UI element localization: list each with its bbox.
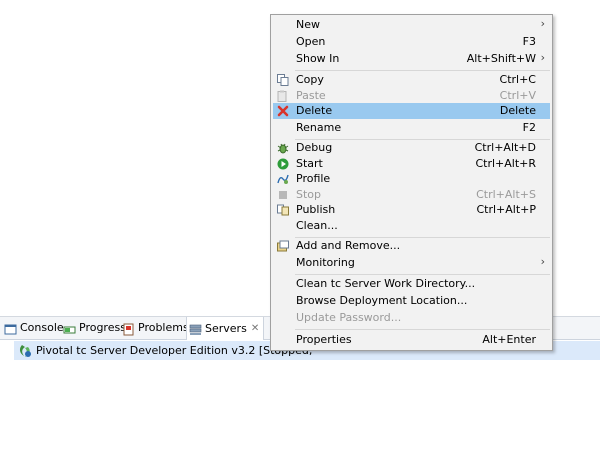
servers-icon bbox=[189, 322, 202, 335]
menu-item-publish[interactable]: Publish Ctrl+Alt+P bbox=[273, 202, 550, 218]
menu-separator bbox=[295, 70, 550, 71]
chevron-right-icon: › bbox=[540, 51, 545, 64]
menu-item-update-password: Update Password... bbox=[273, 310, 550, 326]
tc-server-icon bbox=[18, 344, 32, 358]
menu-label: Copy bbox=[296, 73, 324, 86]
tab-progress[interactable]: Progress bbox=[63, 317, 126, 339]
tab-console[interactable]: Console bbox=[4, 317, 64, 339]
debug-icon bbox=[277, 142, 289, 154]
menu-separator bbox=[295, 274, 550, 275]
add-remove-icon bbox=[277, 240, 289, 252]
menu-accelerator: F2 bbox=[522, 121, 536, 134]
menu-label: Delete bbox=[296, 104, 333, 117]
menu-label: Open bbox=[296, 35, 326, 48]
menu-item-stop: Stop Ctrl+Alt+S bbox=[273, 187, 550, 203]
menu-item-start[interactable]: Start Ctrl+Alt+R bbox=[273, 156, 550, 172]
menu-item-monitoring[interactable]: Monitoring › bbox=[273, 255, 550, 271]
tab-label: Progress bbox=[79, 321, 126, 334]
menu-accelerator: Ctrl+Alt+S bbox=[476, 188, 536, 201]
context-menu: New › Open F3 Show In Alt+Shift+W › Copy… bbox=[270, 14, 553, 351]
menu-label: Clean... bbox=[296, 219, 338, 232]
menu-accelerator: Ctrl+Alt+D bbox=[474, 141, 536, 154]
publish-icon bbox=[277, 204, 289, 216]
menu-item-debug[interactable]: Debug Ctrl+Alt+D bbox=[273, 140, 550, 156]
menu-item-profile[interactable]: Profile bbox=[273, 171, 550, 187]
tab-problems[interactable]: Problems bbox=[122, 317, 189, 339]
menu-item-copy[interactable]: Copy Ctrl+C bbox=[273, 72, 550, 88]
menu-label: Properties bbox=[296, 333, 352, 346]
menu-label: Update Password... bbox=[296, 311, 402, 324]
copy-icon bbox=[277, 74, 289, 86]
menu-accelerator: Ctrl+Alt+R bbox=[475, 157, 536, 170]
menu-accelerator: Ctrl+C bbox=[499, 73, 536, 86]
menu-label: Start bbox=[296, 157, 323, 170]
menu-label: Profile bbox=[296, 172, 331, 185]
menu-item-properties[interactable]: Properties Alt+Enter bbox=[273, 332, 550, 348]
menu-item-show-in[interactable]: Show In Alt+Shift+W › bbox=[273, 51, 550, 67]
tab-label: Console bbox=[20, 321, 64, 334]
tab-label: Problems bbox=[138, 321, 189, 334]
close-icon[interactable]: ✕ bbox=[251, 318, 259, 340]
problems-icon bbox=[122, 322, 135, 335]
menu-accelerator: F3 bbox=[522, 35, 536, 48]
menu-accelerator: Alt+Shift+W bbox=[466, 52, 536, 65]
menu-item-paste: Paste Ctrl+V bbox=[273, 88, 550, 104]
chevron-right-icon: › bbox=[540, 17, 545, 30]
menu-item-browse-deployment[interactable]: Browse Deployment Location... bbox=[273, 293, 550, 309]
menu-item-add-remove[interactable]: Add and Remove... bbox=[273, 238, 550, 254]
progress-icon bbox=[63, 322, 76, 335]
menu-label: Clean tc Server Work Directory... bbox=[296, 277, 476, 290]
start-icon bbox=[277, 158, 289, 170]
menu-item-rename[interactable]: Rename F2 bbox=[273, 120, 550, 136]
paste-icon bbox=[277, 90, 289, 102]
console-icon bbox=[4, 322, 17, 335]
menu-label: Paste bbox=[296, 89, 326, 102]
menu-label: New bbox=[296, 18, 320, 31]
menu-item-delete[interactable]: Delete Delete bbox=[273, 103, 550, 119]
chevron-right-icon: › bbox=[540, 255, 545, 268]
menu-label: Stop bbox=[296, 188, 322, 201]
menu-accelerator: Alt+Enter bbox=[482, 333, 536, 346]
menu-label: Debug bbox=[296, 141, 333, 154]
stop-icon bbox=[277, 189, 289, 201]
delete-icon bbox=[277, 105, 289, 117]
menu-label: Rename bbox=[296, 121, 342, 134]
menu-label: Browse Deployment Location... bbox=[296, 294, 468, 307]
menu-item-clean-work-directory[interactable]: Clean tc Server Work Directory... bbox=[273, 276, 550, 292]
tab-servers[interactable]: Servers ✕ bbox=[186, 317, 265, 340]
menu-label: Publish bbox=[296, 203, 336, 216]
menu-accelerator: Delete bbox=[499, 104, 536, 117]
menu-label: Add and Remove... bbox=[296, 239, 401, 252]
menu-label: Show In bbox=[296, 52, 340, 65]
menu-item-new[interactable]: New › bbox=[273, 17, 550, 33]
menu-accelerator: Ctrl+V bbox=[499, 89, 536, 102]
menu-separator bbox=[295, 329, 550, 330]
menu-label: Monitoring bbox=[296, 256, 355, 269]
menu-accelerator: Ctrl+Alt+P bbox=[476, 203, 536, 216]
menu-item-clean[interactable]: Clean... bbox=[273, 218, 550, 234]
tab-label: Servers bbox=[205, 321, 247, 335]
menu-item-open[interactable]: Open F3 bbox=[273, 34, 550, 50]
profile-icon bbox=[277, 173, 289, 185]
